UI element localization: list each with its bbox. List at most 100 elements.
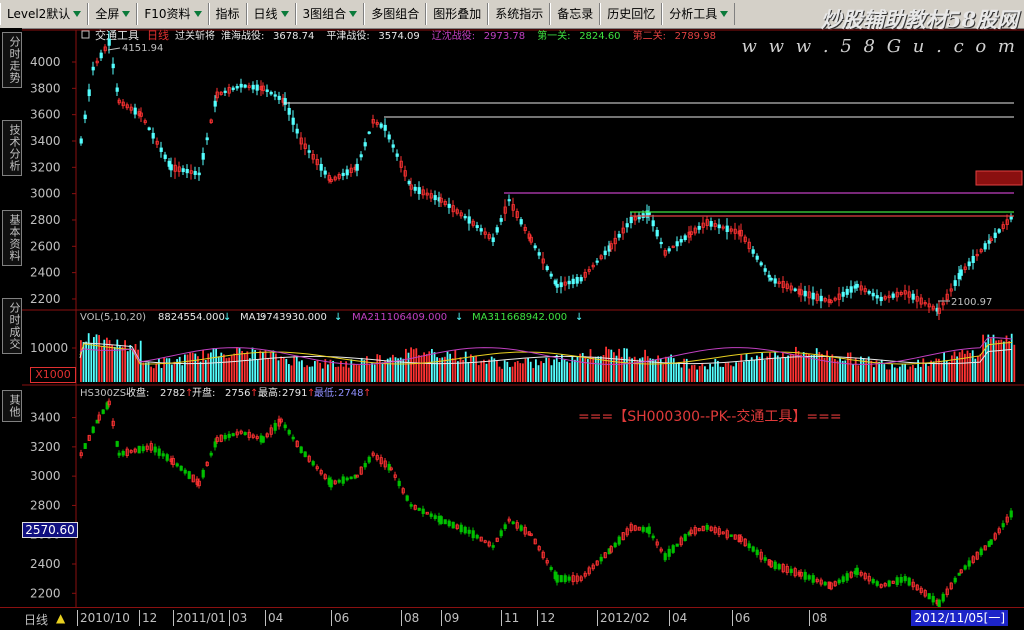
dropdown-arrow-icon [122, 11, 131, 17]
volume-bar [464, 351, 467, 382]
volume-bar [420, 355, 423, 382]
volume-bar [191, 352, 194, 382]
toolbar-button-7[interactable]: 图形叠加 [426, 3, 489, 25]
toolbar-button-0[interactable]: Level2默认 [0, 3, 89, 25]
overlay-candle-body [153, 446, 157, 453]
candle-body [967, 261, 971, 267]
volume-bar [748, 360, 750, 382]
volume-bar [766, 356, 769, 382]
overlay-candle-body [161, 453, 165, 457]
toolbar-button-3[interactable]: 指标 [208, 3, 247, 25]
volume-bar [490, 356, 493, 382]
toolbar-button-label: 全屏 [95, 7, 120, 21]
overlay-candle-body [729, 534, 733, 537]
overlay-candle-body [397, 480, 401, 487]
side-tab-4[interactable]: 其他 [2, 390, 22, 422]
volume-zoom-button[interactable]: X1000 [30, 367, 76, 383]
close-value: 2782 [160, 388, 185, 399]
volume-bar [555, 354, 558, 382]
volume-bar [228, 357, 230, 382]
toolbar-button-label: 系统指示 [495, 7, 544, 21]
volume-bar [891, 363, 893, 382]
candle-body [651, 220, 655, 227]
volume-bar [433, 352, 436, 382]
date-tick: 2011/01 [176, 611, 226, 625]
overlay-candle-body [227, 433, 231, 438]
candle-body [107, 38, 111, 46]
volume-bar [306, 365, 308, 382]
toolbar-button-5[interactable]: 3图组合 [295, 3, 365, 25]
side-tab-0[interactable]: 分时走势 [2, 32, 22, 88]
candle-body [79, 138, 83, 144]
toolbar-button-4[interactable]: 日线 [246, 3, 296, 25]
volume-bar [610, 349, 613, 382]
toolbar-button-1[interactable]: 全屏 [88, 3, 138, 25]
candle-body [475, 225, 479, 229]
volume-bar [563, 359, 566, 382]
toolbar-button-11[interactable]: 分析工具 [662, 3, 736, 25]
candle-body [755, 255, 759, 260]
y-tick-label: 3200 [30, 160, 61, 174]
volume-y-tick: 10000 [30, 341, 68, 355]
overlay-candle-body [349, 476, 353, 480]
candle-body [201, 153, 205, 160]
candle-body [345, 169, 349, 176]
overlay-candle-body [141, 446, 145, 452]
overlay-candle-body [937, 599, 941, 607]
toolbar-button-10[interactable]: 历史回忆 [600, 3, 663, 25]
volume-bar [516, 361, 519, 382]
volume-bar [932, 361, 935, 382]
y-tick-label: 3200 [30, 440, 61, 454]
toolbar-button-9[interactable]: 备忘录 [550, 3, 601, 25]
volume-bar [675, 362, 678, 382]
candle-body [575, 277, 579, 284]
period-indicator[interactable]: 日线 [24, 611, 48, 628]
overlay-candle-body [287, 430, 291, 435]
candle-body [533, 245, 537, 249]
chart-area[interactable]: 交通工具 日线 过关斩将 淮海战役: 3678.74 平津战役: 3574.09 辽沈战役… [0, 28, 1024, 607]
candle-body [277, 95, 281, 100]
volume-bar [290, 365, 293, 382]
toolbar-button-6[interactable]: 多图组合 [364, 3, 427, 25]
overlay-candle-body [447, 520, 451, 527]
volume-bar [399, 357, 402, 382]
toolbar-button-2[interactable]: F10资料 [137, 3, 209, 25]
volume-bar [938, 358, 940, 382]
volume-bar [602, 354, 605, 382]
legend-label-4: 第一关: [537, 29, 570, 42]
overlay-candle-body [683, 534, 687, 541]
volume-bar [758, 356, 761, 382]
volume-bar [696, 369, 698, 382]
triangle-up-icon[interactable]: ▲ [56, 611, 65, 625]
volume-bar [277, 360, 280, 382]
volume-bar [230, 355, 233, 382]
candle-body [879, 296, 883, 302]
candle-body [717, 224, 721, 229]
overlay-candle-body [303, 451, 307, 458]
volume-bar [1013, 344, 1016, 382]
overlay-candle-body [1001, 523, 1005, 528]
candle-body [159, 147, 163, 152]
volume-bar [665, 356, 667, 382]
candle-body [549, 273, 553, 277]
side-tab-1[interactable]: 技术分析 [2, 120, 22, 176]
volume-bar [821, 353, 823, 382]
side-tab-2[interactable]: 基本资料 [2, 210, 22, 266]
volume-bar [927, 366, 930, 382]
volume-bar [886, 369, 888, 382]
candle-body [479, 228, 483, 232]
volume-bar [919, 366, 922, 382]
volume-bar [912, 364, 914, 382]
candle-body [871, 292, 875, 297]
volume-bar [475, 356, 477, 382]
candle-body [697, 225, 701, 230]
volume-bar [165, 358, 168, 382]
toolbar-button-8[interactable]: 系统指示 [488, 3, 551, 25]
volume-bar [704, 366, 706, 382]
volume-bar [98, 335, 100, 382]
volume-bar [914, 368, 917, 382]
candle-body [169, 164, 173, 171]
volume-bar [693, 364, 696, 382]
y-tick-label: 2600 [30, 239, 61, 253]
side-tab-3[interactable]: 分时成交 [2, 298, 22, 354]
